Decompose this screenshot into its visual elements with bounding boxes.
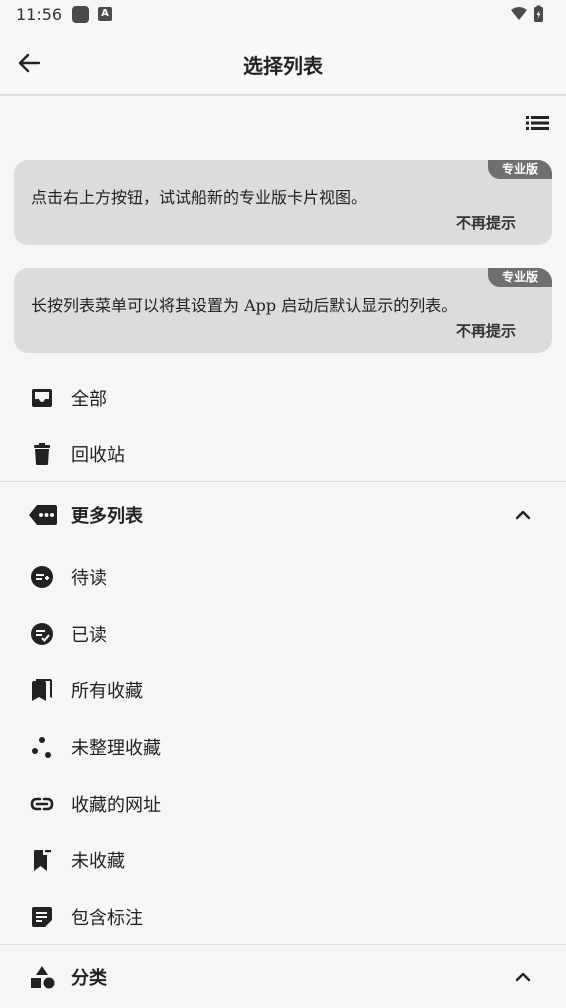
list-item-to-read[interactable]: 待读 [0,549,566,605]
list-item-label: 未收藏 [71,851,125,872]
notification-a-icon: A [98,7,112,21]
bookmark-remove-icon [30,848,54,872]
app-bar: 选择列表 [0,30,566,96]
page-title: 选择列表 [243,54,323,78]
status-bar: 11:56 A [0,0,566,30]
promo-text: 点击右上方按钮，试试船新的专业版卡片视图。 [31,188,368,207]
divider [0,481,566,482]
view-toggle-button[interactable] [524,112,552,134]
battery-icon [534,5,543,22]
promo-card: 专业版 长按列表菜单可以将其设置为 App 启动后默认显示的列表。 不再提示 [14,268,552,353]
note-icon [30,905,54,929]
check-circle-icon [30,622,54,646]
list-item-label: 收藏的网址 [71,795,161,816]
list-item-all[interactable]: 全部 [0,370,566,426]
promo-card: 专业版 点击右上方按钮，试试船新的专业版卡片视图。 不再提示 [14,160,552,245]
inbox-icon [30,386,54,410]
section-header-label: 更多列表 [71,506,143,527]
list-item-label: 未整理收藏 [71,738,161,759]
promo-text: 长按列表菜单可以将其设置为 App 启动后默认显示的列表。 [31,296,458,315]
wifi-icon [511,7,527,20]
chevron-up-icon[interactable] [512,968,534,986]
pro-badge: 专业版 [488,268,552,287]
chevron-up-icon[interactable] [512,506,534,524]
divider [0,944,566,945]
status-right-icons [510,5,550,25]
list-item-label: 回收站 [71,445,125,466]
section-header-more-lists[interactable]: 更多列表 [0,484,566,546]
list-item-label: 待读 [71,568,107,589]
list-item-trash[interactable]: 回收站 [0,426,566,482]
list-item-with-annotations[interactable]: 包含标注 [0,889,566,945]
dismiss-button[interactable]: 不再提示 [456,212,516,233]
notification-app-icon [72,6,89,23]
list-view-icon [526,116,549,130]
bookmarks-icon [30,678,54,702]
add-circle-icon [30,565,54,589]
list-item-all-bookmarks[interactable]: 所有收藏 [0,662,566,718]
list-item-read[interactable]: 已读 [0,606,566,662]
section-header-categories[interactable]: 分类 [0,946,566,1008]
list-item-unsorted-bookmarks[interactable]: 未整理收藏 [0,719,566,775]
status-time: 11:56 [16,5,63,24]
trash-icon [30,442,54,466]
pro-badge: 专业版 [488,160,552,179]
section-header-label: 分类 [71,968,107,989]
list-item-not-bookmarked[interactable]: 未收藏 [0,832,566,888]
scatter-dots-icon [30,735,54,759]
shapes-icon [28,965,58,989]
list-item-label: 包含标注 [71,908,143,929]
list-item-bookmarked-urls[interactable]: 收藏的网址 [0,776,566,832]
list-item-label: 所有收藏 [71,681,143,702]
more-tag-icon [28,503,58,527]
link-icon [30,792,54,816]
list-item-label: 已读 [71,625,107,646]
list-item-label: 全部 [71,389,107,410]
dismiss-button[interactable]: 不再提示 [456,320,516,341]
